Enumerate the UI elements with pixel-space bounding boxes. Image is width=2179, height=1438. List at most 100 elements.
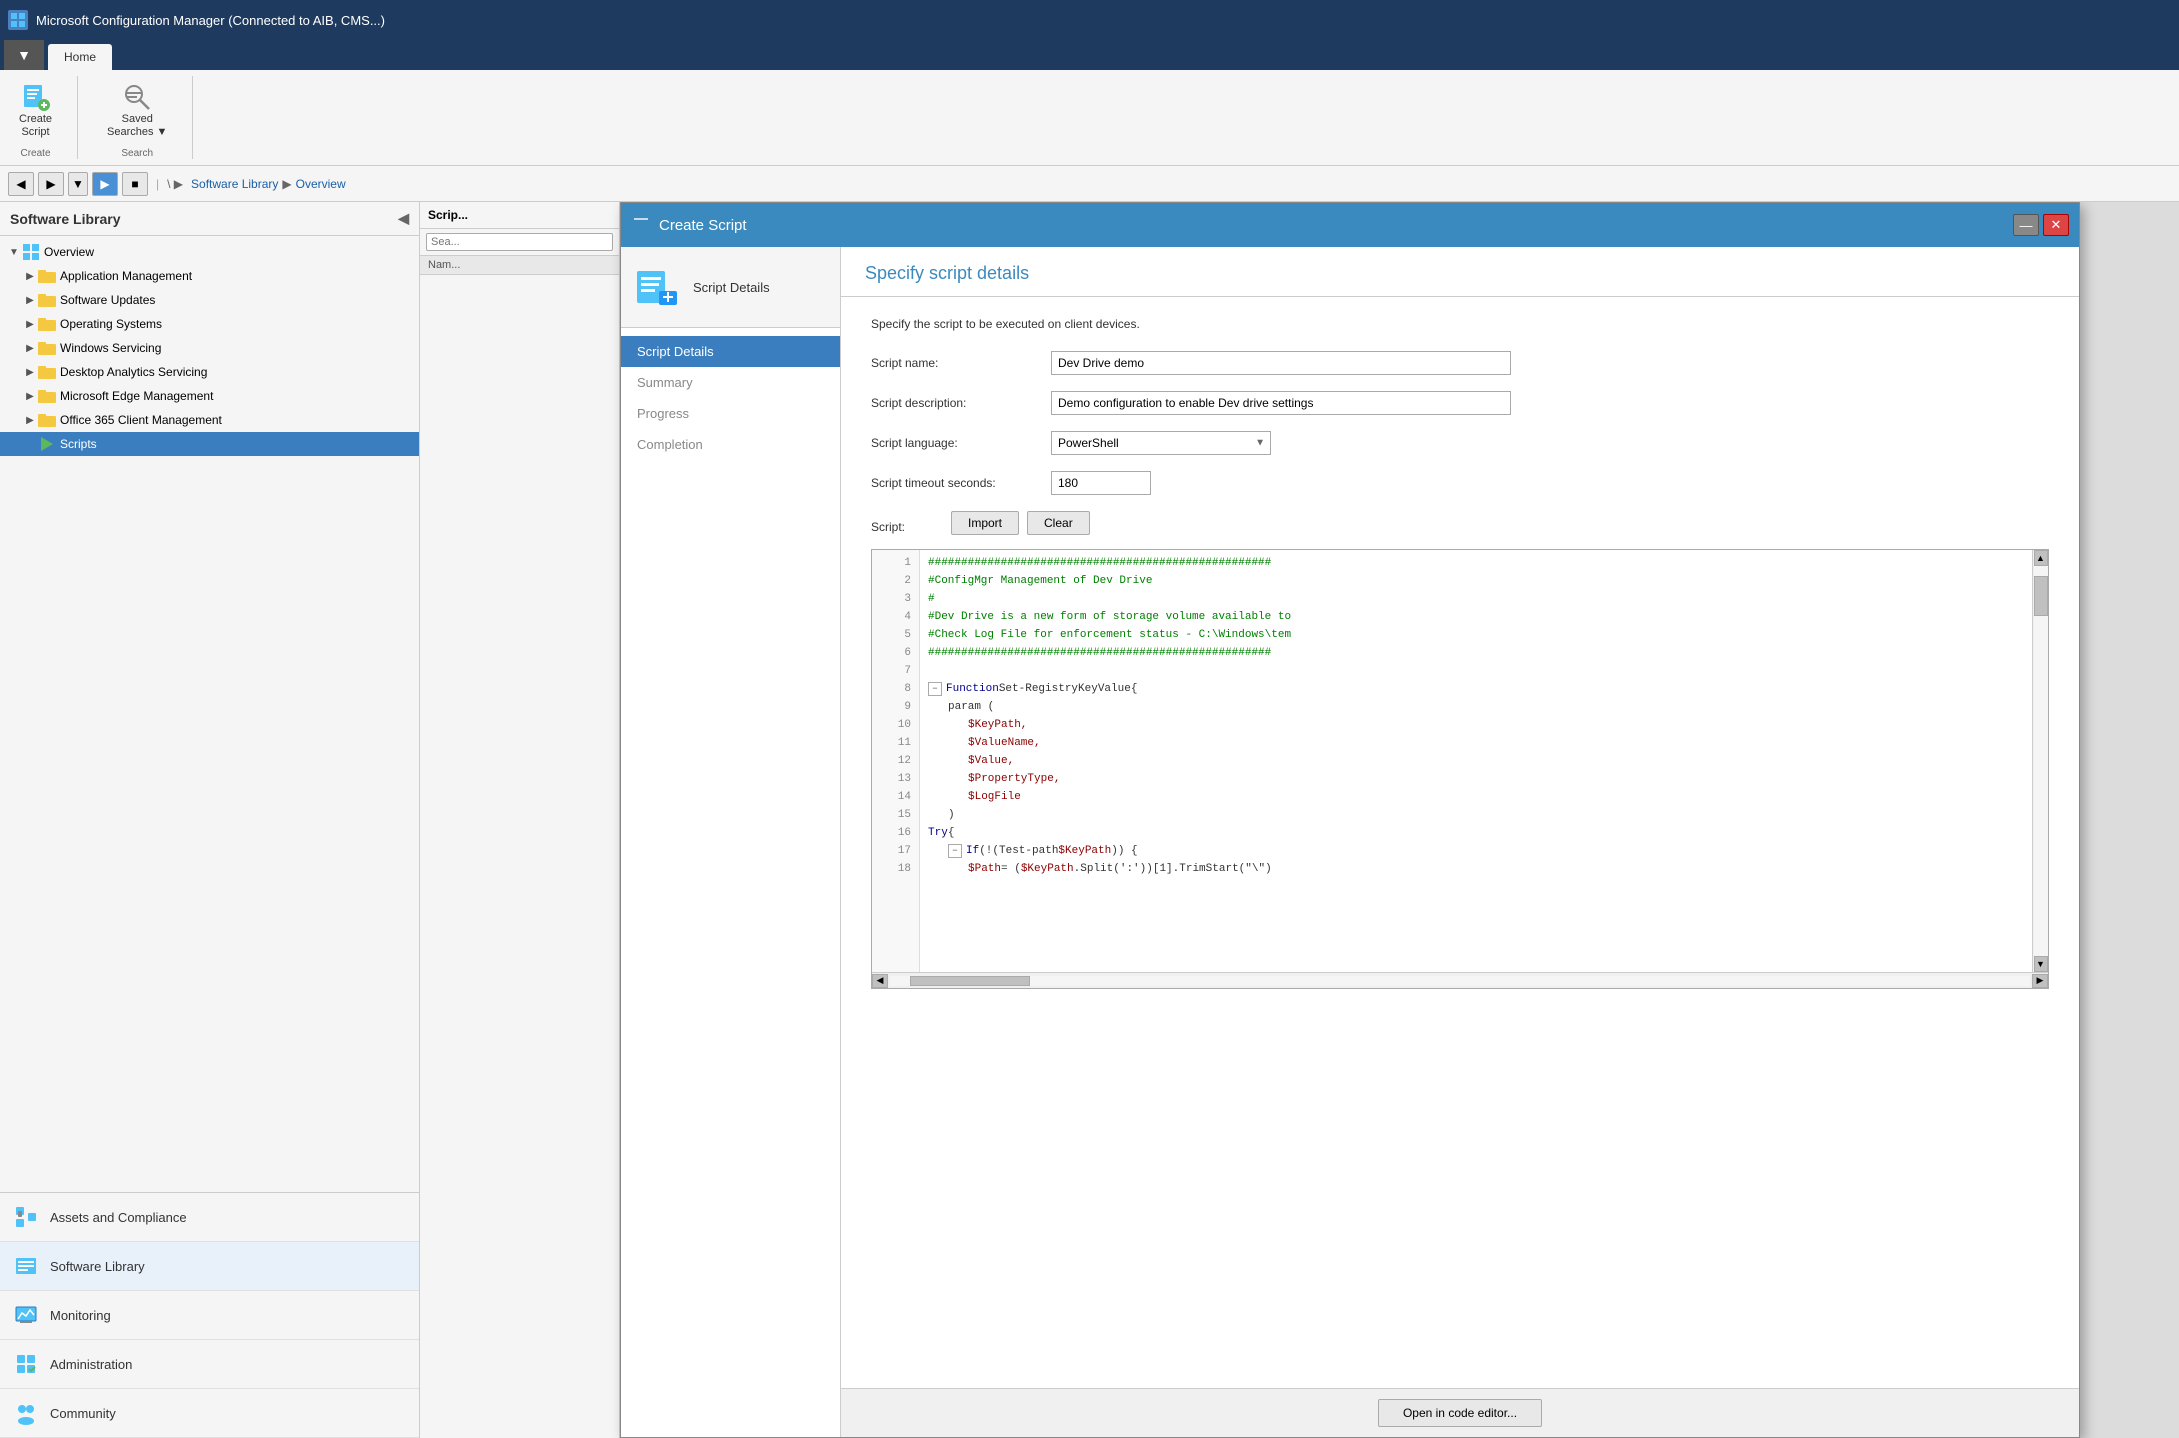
scroll-right-btn[interactable]: ▶ bbox=[2032, 974, 2048, 988]
tree-edge-mgmt-label: Microsoft Edge Management bbox=[60, 389, 413, 403]
wizard-sidebar: Script Details Script Details Summary Pr… bbox=[621, 247, 841, 1437]
tree-item-sw-updates[interactable]: ▶ Software Updates bbox=[0, 288, 419, 312]
ribbon-group-search-label: Search bbox=[121, 148, 153, 159]
script-lang-select-wrapper: PowerShell JavaScript bbox=[1051, 431, 1271, 455]
folder-icon-office365 bbox=[38, 411, 56, 429]
code-horizontal-scrollbar[interactable]: ◀ ▶ bbox=[872, 972, 2048, 988]
tree-item-scripts[interactable]: Scripts bbox=[0, 432, 419, 456]
dialog-title-text: Create Script bbox=[659, 217, 747, 234]
script-name-input[interactable] bbox=[1051, 351, 1511, 375]
folder-icon-os bbox=[38, 315, 56, 333]
scroll-down-btn[interactable]: ▼ bbox=[2034, 956, 2048, 972]
sw-library-icon bbox=[12, 1252, 40, 1280]
ribbon-group-create: CreateScript Create bbox=[10, 76, 78, 159]
h-scroll-thumb[interactable] bbox=[910, 976, 1030, 986]
create-script-button[interactable]: CreateScript bbox=[10, 76, 61, 144]
refresh-button[interactable]: ▶ bbox=[92, 172, 118, 196]
app-title: Microsoft Configuration Manager (Connect… bbox=[36, 13, 385, 28]
open-code-editor-btn[interactable]: Open in code editor... bbox=[1378, 1399, 1542, 1427]
script-desc-input[interactable] bbox=[1051, 391, 1511, 415]
nav-bar: ◀ ▶ ▼ ▶ ■ | \ ▶ Software Library ▶ Overv… bbox=[0, 166, 2179, 202]
ribbon-group-create-items: CreateScript bbox=[10, 76, 61, 144]
nav-item-sw-library[interactable]: Software Library bbox=[0, 1242, 419, 1291]
code-line-12: $Value, bbox=[928, 752, 2024, 770]
tree-overview-label: Overview bbox=[44, 245, 413, 259]
dialog-minimize-btn[interactable]: — bbox=[2013, 214, 2039, 236]
ribbon-tabs: ▼ Home bbox=[0, 40, 2179, 70]
nav-overview[interactable]: Overview bbox=[296, 177, 346, 191]
nav-item-monitoring[interactable]: Monitoring bbox=[0, 1291, 419, 1340]
scroll-left-btn[interactable]: ◀ bbox=[872, 974, 888, 988]
clear-button[interactable]: Clear bbox=[1027, 511, 1090, 535]
dialog-title-bar: Create Script — ✕ bbox=[621, 203, 2079, 247]
ribbon-group-search: SavedSearches ▼ Search bbox=[98, 76, 193, 159]
script-lang-control: PowerShell JavaScript bbox=[1051, 431, 2049, 455]
ribbon-content: CreateScript Create bbox=[0, 70, 2179, 165]
create-script-label: CreateScript bbox=[19, 113, 52, 139]
code-editor[interactable]: 1 2 3 4 5 6 7 8 9 10 bbox=[872, 550, 2048, 972]
expand-win-servicing: ▶ bbox=[22, 340, 38, 356]
tree-app-mgmt-label: Application Management bbox=[60, 269, 413, 283]
expand-if-icon: − bbox=[948, 844, 962, 858]
code-line-11: $ValueName, bbox=[928, 734, 2024, 752]
code-vertical-scrollbar[interactable]: ▲ ▼ bbox=[2032, 550, 2048, 972]
tree-da-servicing-label: Desktop Analytics Servicing bbox=[60, 365, 413, 379]
forward-button[interactable]: ▶ bbox=[38, 172, 64, 196]
tree-item-app-mgmt[interactable]: ▶ Application Management bbox=[0, 264, 419, 288]
wizard-step-completion[interactable]: Completion bbox=[621, 429, 840, 460]
h-scroll-track bbox=[890, 976, 2030, 986]
code-line-8: − Function Set-RegistryKeyValue{ bbox=[928, 680, 2024, 698]
ribbon-tab-home[interactable]: Home bbox=[48, 44, 112, 70]
ribbon-menu-btn[interactable]: ▼ bbox=[4, 40, 44, 70]
form-row-script-lang: Script language: PowerShell JavaScript bbox=[871, 431, 2049, 455]
nav-admin-label: Administration bbox=[50, 1357, 132, 1372]
wizard-footer: Open in code editor... bbox=[841, 1388, 2079, 1437]
code-line-15: ) bbox=[928, 806, 2024, 824]
script-lang-select[interactable]: PowerShell JavaScript bbox=[1051, 431, 1271, 455]
main-area: Software Library ◀ ▼ Overview ▶ bbox=[0, 202, 2179, 1438]
nav-item-administration[interactable]: Administration bbox=[0, 1340, 419, 1389]
tree-item-edge-mgmt[interactable]: ▶ Microsoft Edge Management bbox=[0, 384, 419, 408]
ribbon-group-search-items: SavedSearches ▼ bbox=[98, 76, 176, 144]
tree-scripts-label: Scripts bbox=[60, 437, 413, 451]
import-button[interactable]: Import bbox=[951, 511, 1019, 535]
wizard-page-header: Specify script details bbox=[841, 247, 2079, 297]
script-list-search-input[interactable] bbox=[426, 233, 613, 251]
nav-software-library[interactable]: Software Library bbox=[191, 177, 278, 191]
scroll-thumb[interactable] bbox=[2034, 576, 2048, 616]
nav-item-assets[interactable]: Assets and Compliance bbox=[0, 1193, 419, 1242]
tree-item-office365[interactable]: ▶ Office 365 Client Management bbox=[0, 408, 419, 432]
wizard-step-summary[interactable]: Summary bbox=[621, 367, 840, 398]
code-line-7 bbox=[928, 662, 2024, 680]
form-row-script-name: Script name: bbox=[871, 351, 2049, 375]
back-button[interactable]: ◀ bbox=[8, 172, 34, 196]
code-line-17: − If (!(Test-path $KeyPath)) { bbox=[928, 842, 2024, 860]
dialog-close-btn[interactable]: ✕ bbox=[2043, 214, 2069, 236]
expand-scripts bbox=[22, 436, 38, 452]
nav-monitoring-label: Monitoring bbox=[50, 1308, 111, 1323]
tree-item-os[interactable]: ▶ Operating Systems bbox=[0, 312, 419, 336]
saved-searches-button[interactable]: SavedSearches ▼ bbox=[98, 76, 176, 144]
scroll-up-btn[interactable]: ▲ bbox=[2034, 550, 2048, 566]
code-line-10: $KeyPath, bbox=[928, 716, 2024, 734]
wizard-step-progress[interactable]: Progress bbox=[621, 398, 840, 429]
stop-button[interactable]: ■ bbox=[122, 172, 148, 196]
script-label-row: Script: Import Clear bbox=[871, 511, 2049, 543]
tree-item-da-servicing[interactable]: ▶ Desktop Analytics Servicing bbox=[0, 360, 419, 384]
sidebar-collapse-btn[interactable]: ◀ bbox=[398, 210, 409, 227]
tree-item-win-servicing[interactable]: ▶ Windows Servicing bbox=[0, 336, 419, 360]
wizard-step-script-details[interactable]: Script Details bbox=[621, 336, 840, 367]
expand-sw-updates: ▶ bbox=[22, 292, 38, 308]
tree-sw-updates-label: Software Updates bbox=[60, 293, 413, 307]
nav-item-community[interactable]: Community bbox=[0, 1389, 419, 1438]
script-name-control bbox=[1051, 351, 2049, 375]
nav-dropdown-button[interactable]: ▼ bbox=[68, 172, 88, 196]
assets-icon bbox=[12, 1203, 40, 1231]
script-timeout-input[interactable] bbox=[1051, 471, 1151, 495]
admin-icon bbox=[12, 1350, 40, 1378]
tree-os-label: Operating Systems bbox=[60, 317, 413, 331]
sidebar-header: Software Library ◀ bbox=[0, 202, 419, 236]
sidebar-nav: Assets and Compliance Software Library bbox=[0, 1192, 419, 1438]
dialog-overlay: Create Script — ✕ bbox=[620, 202, 2179, 1438]
tree-item-overview[interactable]: ▼ Overview bbox=[0, 240, 419, 264]
